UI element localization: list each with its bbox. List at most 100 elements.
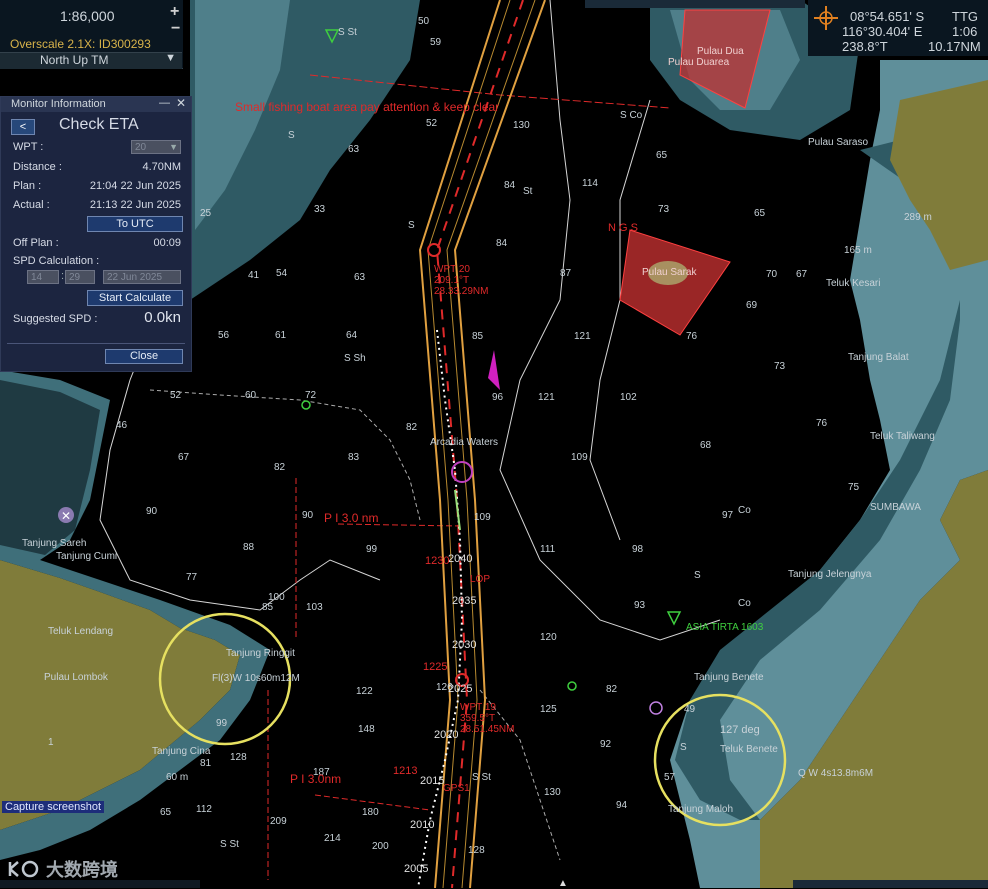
wpt-label: WPT : <box>13 141 44 153</box>
watermark-logo-icon <box>8 860 39 878</box>
svg-text:114: 114 <box>582 178 598 189</box>
svg-text:88: 88 <box>243 542 255 553</box>
svg-text:82: 82 <box>606 684 618 695</box>
svg-text:64: 64 <box>346 330 358 341</box>
svg-text:99: 99 <box>366 544 378 555</box>
position-readout: 08°54.651' S 116°30.404' E 238.8°T TTG 1… <box>808 0 988 56</box>
seabed-label-s: S <box>408 220 415 231</box>
fishing-warning-label: Small fishing boat area pay attention & … <box>235 100 500 114</box>
svg-text:56: 56 <box>218 330 230 341</box>
svg-text:102: 102 <box>620 392 637 403</box>
spd-hour-field[interactable]: 14 <box>27 270 59 284</box>
close-icon[interactable]: ✕ <box>176 96 186 110</box>
close-button[interactable]: Close <box>105 349 183 364</box>
svg-text:92: 92 <box>600 739 612 750</box>
top-toolbar-strip[interactable] <box>585 0 805 8</box>
seabed-label-sst: S St <box>472 772 491 783</box>
svg-text:99: 99 <box>216 718 228 729</box>
svg-text:180: 180 <box>362 807 379 818</box>
svg-text:52: 52 <box>170 390 182 401</box>
chevron-up-icon[interactable]: ▲ <box>558 878 568 889</box>
wpt-select[interactable]: 20 ▼ <box>131 140 181 154</box>
chevron-down-icon: ▼ <box>165 52 176 64</box>
capture-screenshot-button[interactable]: Capture screenshot <box>2 801 104 813</box>
crosshair-icon <box>814 6 838 30</box>
distance-value: 10.17NM <box>928 39 981 54</box>
vessel-label-asia-tirta: ASIA TIRTA 1603 <box>686 622 764 633</box>
bottom-toolbar-right[interactable] <box>793 880 988 888</box>
panel-titlebar[interactable]: Monitor Information — ✕ <box>1 96 191 112</box>
svg-text:59: 59 <box>430 37 442 48</box>
svg-text:73: 73 <box>658 204 670 215</box>
svg-text:1: 1 <box>48 737 54 748</box>
svg-text:69: 69 <box>746 300 758 311</box>
lop-label: LOP <box>470 574 491 585</box>
spd-date-field[interactable]: 22 Jun 2025 <box>103 270 181 284</box>
svg-text:85: 85 <box>262 602 274 613</box>
svg-text:57: 57 <box>664 772 676 783</box>
back-button[interactable]: < <box>11 119 35 135</box>
svg-text:209: 209 <box>270 816 287 827</box>
svg-text:70: 70 <box>766 269 778 280</box>
light-label-east: Q W 4s13.8m6M <box>798 768 874 779</box>
plan-label: Plan : <box>13 180 42 192</box>
svg-text:33: 33 <box>314 204 326 215</box>
svg-text:90: 90 <box>302 510 314 521</box>
svg-text:109: 109 <box>474 512 491 523</box>
longitude-value: 116°30.404' E <box>842 24 923 39</box>
svg-text:84: 84 <box>496 238 508 249</box>
svg-text:63: 63 <box>348 144 360 155</box>
orientation-select[interactable]: North Up TM ▼ <box>0 52 182 69</box>
svg-text:25: 25 <box>200 208 212 219</box>
panel-title: Monitor Information <box>11 98 106 110</box>
island-label-pulau-duarea: Pulau Duarea <box>668 57 730 68</box>
time-separator: : <box>61 270 65 282</box>
zoom-in-button[interactable]: + <box>170 3 179 21</box>
off-plan-value: 00:09 <box>153 237 181 249</box>
spd-calculation-label: SPD Calculation : <box>13 255 100 267</box>
svg-text:96: 96 <box>492 392 504 403</box>
island-label-pulau-dua: Pulau Dua <box>697 46 744 57</box>
minimize-icon[interactable]: — <box>159 97 170 109</box>
svg-text:77: 77 <box>186 572 198 583</box>
seabed-label-sst: S St <box>338 27 357 38</box>
svg-text:2030: 2030 <box>452 639 476 651</box>
height-label-60: 60 m <box>166 772 189 783</box>
cross-marker-x: ✕ <box>61 509 71 523</box>
spd-minute-field[interactable]: 29 <box>65 270 95 284</box>
svg-text:121: 121 <box>538 392 555 403</box>
svg-text:49: 49 <box>684 704 696 715</box>
place-label-teluk-kesari: Teluk Kesari <box>826 278 881 289</box>
monitor-information-panel: Monitor Information — ✕ < Check ETA WPT … <box>0 96 192 372</box>
watermark-text: 大数跨境 <box>46 860 118 880</box>
bottom-toolbar-left[interactable] <box>0 880 200 888</box>
svg-text:54: 54 <box>276 268 288 279</box>
height-label-289: 289 m <box>904 212 932 223</box>
svg-text:130: 130 <box>544 787 561 798</box>
place-label-tanjung-maloh: Tanjung Maloh <box>668 804 734 815</box>
svg-text:111: 111 <box>540 544 556 555</box>
seabed-label-co: Co <box>738 505 751 516</box>
place-label-tanjung-balat: Tanjung Balat <box>848 352 909 363</box>
svg-text:122: 122 <box>356 686 373 697</box>
place-label-tanjung-ringgit: Tanjung Ringgit <box>226 648 295 659</box>
svg-text:2020: 2020 <box>434 729 458 741</box>
to-utc-button[interactable]: To UTC <box>87 216 183 232</box>
svg-text:85: 85 <box>472 331 484 342</box>
seabed-label-co: Co <box>738 598 751 609</box>
svg-text:214: 214 <box>324 833 341 844</box>
panel-heading: Check ETA <box>59 116 139 133</box>
svg-text:98: 98 <box>632 544 644 555</box>
actual-value: 21:13 22 Jun 2025 <box>89 199 181 211</box>
svg-text:120: 120 <box>540 632 557 643</box>
orientation-value: North Up TM <box>40 53 109 67</box>
island-label-pulau-saraso: Pulau Saraso <box>808 137 869 148</box>
start-calculate-button[interactable]: Start Calculate <box>87 290 183 306</box>
wpt-value: 20 <box>135 142 147 153</box>
actual-label: Actual : <box>13 199 50 211</box>
seabed-label-sco: S Co <box>620 110 643 121</box>
svg-text:63: 63 <box>354 272 366 283</box>
zoom-out-button[interactable]: − <box>171 20 180 38</box>
seabed-label-s: S <box>680 742 687 753</box>
svg-text:93: 93 <box>634 600 646 611</box>
